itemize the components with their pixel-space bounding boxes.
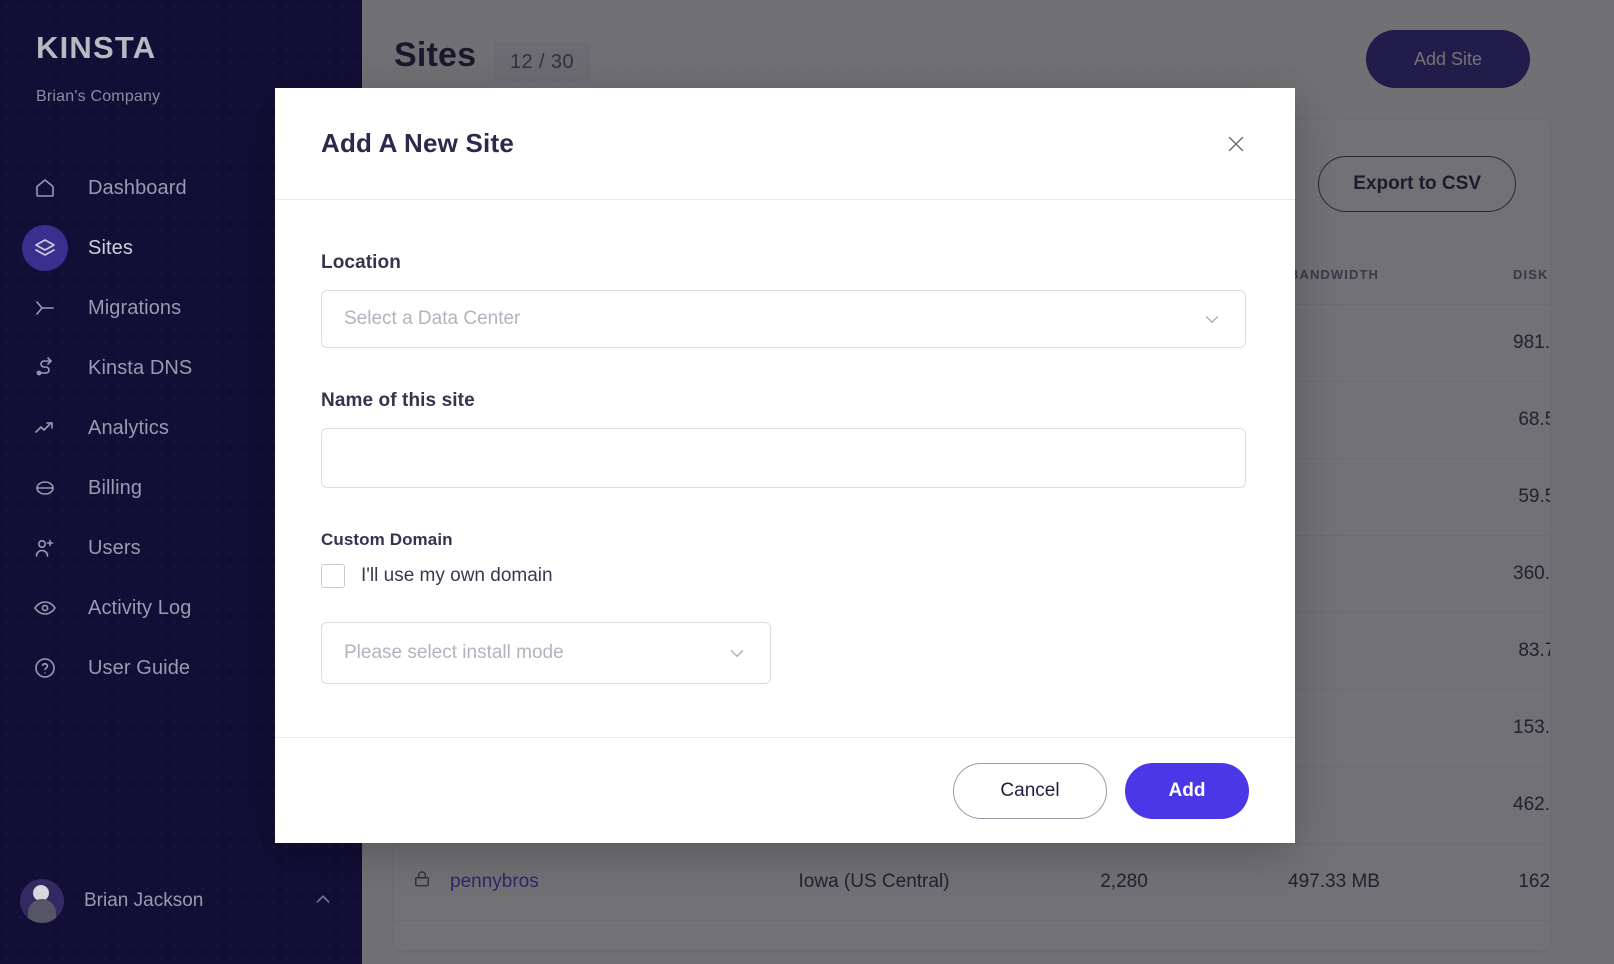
column-header-disk-usage[interactable]: DISK USAGE	[1444, 246, 1550, 305]
sidebar-item-label: Sites	[88, 236, 133, 259]
company-name: Brian's Company	[36, 88, 161, 105]
sidebar-item-label: Kinsta DNS	[88, 356, 193, 379]
modal-body: Location Select a Data Center Name of th…	[275, 200, 1295, 737]
modal-footer: Cancel Add	[275, 737, 1295, 843]
trending-up-icon	[22, 405, 68, 451]
site-name-input[interactable]	[321, 428, 1246, 488]
add-button[interactable]: Add	[1125, 762, 1249, 819]
sidebar-item-label: Migrations	[88, 296, 182, 319]
migrations-icon	[22, 285, 68, 331]
cell-disk-usage: 83.79 MB	[1444, 612, 1550, 690]
cell-visits: 2,280	[1024, 843, 1224, 921]
home-icon	[22, 165, 68, 211]
close-icon[interactable]	[1219, 127, 1253, 161]
kinsta-logo: KINSTA	[36, 30, 157, 65]
cell-disk-usage: 153.65 MB	[1444, 689, 1550, 767]
billing-icon	[22, 465, 68, 511]
app-root: KINSTA Brian's Company Dashboard Sites M…	[0, 0, 1614, 964]
add-site-button[interactable]: Add Site	[1366, 30, 1530, 88]
own-domain-checkbox[interactable]	[321, 564, 345, 588]
install-mode-select[interactable]: Please select install mode	[321, 622, 771, 684]
sidebar-item-label: Users	[88, 536, 141, 559]
table-row[interactable]: pennybros Iowa (US Central) 2,280 497.33…	[394, 843, 1550, 921]
custom-domain-label: Custom Domain	[321, 530, 453, 549]
cancel-button[interactable]: Cancel	[953, 762, 1107, 819]
own-domain-checkbox-row[interactable]: I'll use my own domain	[321, 564, 1249, 588]
question-icon	[22, 645, 68, 691]
eye-icon	[22, 585, 68, 631]
page-title: Sites	[394, 36, 477, 74]
data-center-select[interactable]: Select a Data Center	[321, 290, 1246, 348]
dns-icon	[22, 345, 68, 391]
layers-icon	[22, 225, 68, 271]
avatar	[20, 879, 64, 923]
cell-disk-usage: 162.2 MB	[1444, 843, 1550, 921]
chevron-down-icon	[1201, 308, 1223, 330]
user-name: Brian Jackson	[84, 890, 204, 911]
own-domain-checkbox-label: I'll use my own domain	[361, 565, 553, 586]
cell-disk-usage: 360.58 MB	[1444, 535, 1550, 613]
cell-disk-usage: 68.52 MB	[1444, 381, 1550, 459]
sidebar-item-label: Dashboard	[88, 176, 187, 199]
lock-icon	[412, 869, 432, 895]
sidebar-item-label: Billing	[88, 476, 143, 499]
chevron-up-icon	[312, 888, 334, 915]
cell-bandwidth: 497.33 MB	[1224, 843, 1444, 921]
modal-title: Add A New Site	[321, 128, 515, 158]
location-label: Location	[321, 252, 401, 273]
user-profile-button[interactable]: Brian Jackson	[0, 866, 362, 936]
site-name-link[interactable]: pennybros	[450, 871, 539, 893]
add-new-site-modal: Add A New Site Location Select a Data Ce…	[275, 88, 1295, 843]
cell-disk-usage: 59.58 MB	[1444, 458, 1550, 536]
site-count-badge: 12 / 30	[494, 42, 590, 82]
modal-header: Add A New Site	[275, 88, 1295, 200]
sidebar-item-label: User Guide	[88, 656, 191, 679]
install-mode-select-placeholder: Please select install mode	[344, 642, 564, 663]
user-plus-icon	[22, 525, 68, 571]
sidebar-item-label: Activity Log	[88, 596, 192, 619]
sidebar-item-label: Analytics	[88, 416, 169, 439]
cell-disk-usage: 462.77 MB	[1444, 766, 1550, 844]
cell-disk-usage: 981.98 MB	[1444, 304, 1550, 382]
export-to-csv-button[interactable]: Export to CSV	[1318, 156, 1516, 212]
site-name-label: Name of this site	[321, 390, 475, 411]
chevron-down-icon	[726, 642, 748, 664]
cell-data-center: Iowa (US Central)	[724, 843, 1024, 921]
data-center-select-placeholder: Select a Data Center	[344, 308, 521, 329]
